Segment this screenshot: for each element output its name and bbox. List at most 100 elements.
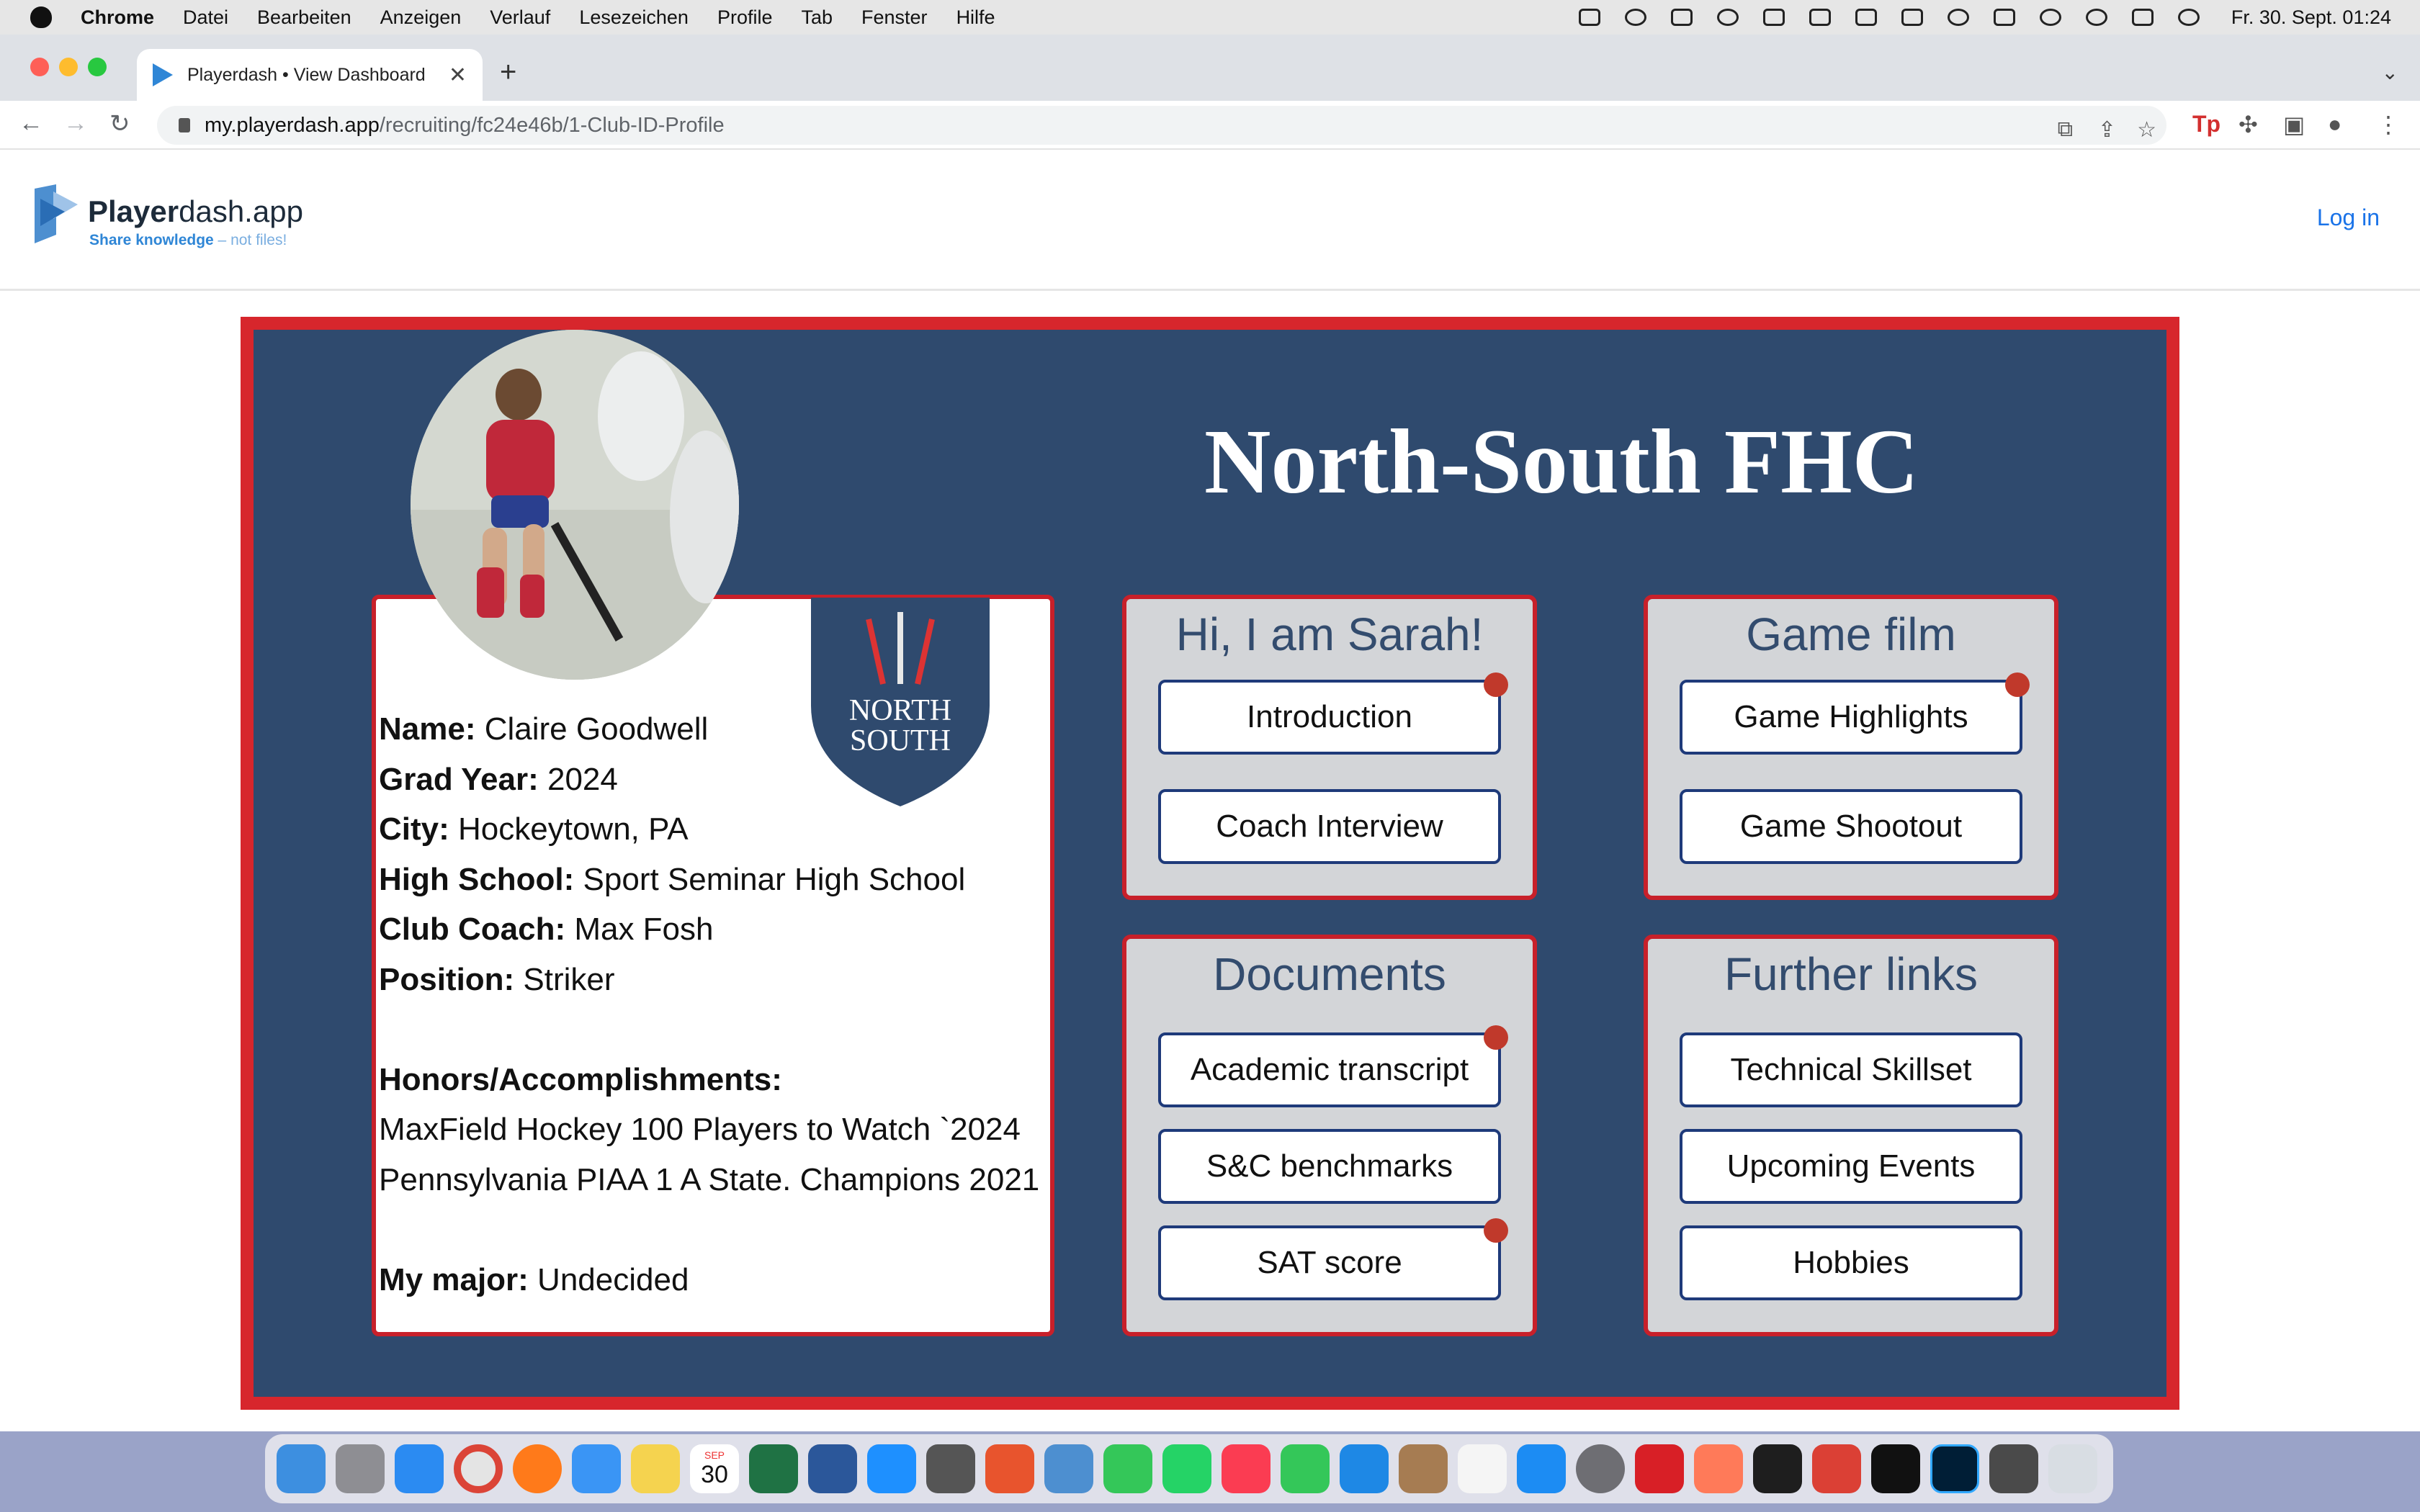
button-label: S&C benchmarks (1206, 1148, 1453, 1184)
todoist-icon[interactable] (1812, 1444, 1861, 1493)
sc-benchmarks-button[interactable]: S&C benchmarks (1158, 1129, 1501, 1204)
forward-button[interactable]: → (63, 109, 88, 138)
game-highlights-button[interactable]: Game Highlights (1680, 672, 2030, 755)
word-icon[interactable] (808, 1444, 857, 1493)
menu-fenster[interactable]: Fenster (861, 6, 928, 29)
close-tab-icon[interactable]: ✕ (449, 63, 467, 88)
system-settings-icon[interactable] (1576, 1444, 1625, 1493)
extension-tp-icon[interactable]: Tp (2192, 111, 2220, 138)
apple-menu-icon[interactable] (30, 6, 52, 28)
upcoming-events-button[interactable]: Upcoming Events (1680, 1129, 2022, 1204)
safari-icon[interactable] (395, 1444, 444, 1493)
site-tagline: Share knowledge – not files! (89, 232, 287, 249)
game-shootout-button[interactable]: Game Shootout (1680, 789, 2022, 864)
menu-anzeigen[interactable]: Anzeigen (380, 6, 462, 29)
wifi-icon[interactable] (1947, 9, 1969, 26)
time-machine-icon[interactable] (1716, 9, 1739, 26)
close-window-button[interactable] (30, 58, 49, 76)
zoom-window-button[interactable] (88, 58, 107, 76)
reload-button[interactable]: ↻ (109, 109, 130, 138)
chrome-menu-icon[interactable]: ⋮ (2377, 111, 2400, 138)
finder-icon[interactable] (277, 1444, 326, 1493)
hobbies-button[interactable]: Hobbies (1680, 1225, 2022, 1300)
launchpad-icon[interactable] (336, 1444, 385, 1493)
honors-heading: Honors/Accomplishments: (379, 1055, 1041, 1105)
excel-icon[interactable] (749, 1444, 798, 1493)
whatsapp-icon[interactable] (1162, 1444, 1211, 1493)
sat-score-button[interactable]: SAT score (1158, 1218, 1508, 1300)
chart-app-icon[interactable] (1635, 1444, 1684, 1493)
menu-profile[interactable]: Profile (717, 6, 773, 29)
control-center-icon[interactable] (2131, 9, 2154, 26)
introduction-button[interactable]: Introduction (1158, 672, 1508, 755)
firefox-icon[interactable] (513, 1444, 562, 1493)
button-label: Hobbies (1793, 1245, 1909, 1280)
academic-transcript-button[interactable]: Academic transcript (1158, 1025, 1508, 1107)
user-switch-icon[interactable] (2039, 9, 2061, 26)
browser-tab-active[interactable]: Playerdash • View Dashboard ✕ (137, 49, 483, 101)
notes-icon[interactable] (631, 1444, 680, 1493)
app-store-icon[interactable] (1517, 1444, 1566, 1493)
siri-icon[interactable] (2177, 9, 2200, 26)
coach-interview-button[interactable]: Coach Interview (1158, 789, 1501, 864)
menu-bearbeiten[interactable]: Bearbeiten (257, 6, 351, 29)
eject-icon[interactable] (1762, 9, 1785, 26)
technical-skillset-button[interactable]: Technical Skillset (1680, 1032, 2022, 1107)
nrs-app-icon[interactable] (926, 1444, 975, 1493)
messages-icon[interactable] (1103, 1444, 1152, 1493)
playerdash-dock-icon[interactable] (1044, 1444, 1093, 1493)
button-label: Game Highlights (1734, 699, 1968, 734)
playerdash-logo-icon[interactable] (32, 184, 82, 243)
display-icon[interactable] (1993, 9, 2015, 26)
info-position: Position: Striker (379, 955, 1041, 1005)
menu-datei[interactable]: Datei (183, 6, 228, 29)
share-icon[interactable]: ⇪ (2098, 117, 2116, 143)
back-button[interactable]: ← (19, 109, 43, 138)
new-content-dot (1484, 672, 1508, 697)
tab-search-chevron-icon[interactable]: ⌄ (2382, 60, 2398, 84)
extensions-puzzle-icon[interactable]: ✣ (2238, 111, 2258, 138)
menu-verlauf[interactable]: Verlauf (490, 6, 550, 29)
music-icon[interactable] (1222, 1444, 1270, 1493)
open-in-app-icon[interactable]: ⧉ (2058, 117, 2073, 142)
checkmark-circle-icon[interactable] (1624, 9, 1646, 26)
login-link[interactable]: Log in (2317, 204, 2380, 231)
menu-lesezeichen[interactable]: Lesezeichen (579, 6, 689, 29)
s-app-icon[interactable] (985, 1444, 1034, 1493)
address-bar[interactable]: my.playerdash.app/recruiting/fc24e46b/1-… (157, 106, 2166, 145)
volume-icon[interactable] (1809, 9, 1831, 26)
button-label: Game Shootout (1739, 809, 1963, 844)
bookmark-star-icon[interactable]: ☆ (2137, 117, 2156, 143)
battery-icon[interactable] (1901, 9, 1923, 26)
windows-icon[interactable] (867, 1444, 916, 1493)
contacts-icon[interactable] (1399, 1444, 1448, 1493)
bluetooth-icon[interactable] (1855, 9, 1877, 26)
side-panel-icon[interactable]: ▣ (2283, 111, 2305, 138)
spotlight-search-icon[interactable] (2085, 9, 2107, 26)
chrome-icon[interactable] (454, 1444, 503, 1493)
facetime-icon[interactable] (1281, 1444, 1330, 1493)
trash-icon[interactable] (2048, 1444, 2097, 1493)
profile-avatar-icon[interactable]: ● (2328, 111, 2341, 138)
dropbox-icon[interactable] (1578, 9, 1600, 26)
github-icon[interactable] (1871, 1444, 1920, 1493)
mail-icon[interactable] (572, 1444, 621, 1493)
menu-clock[interactable]: Fr. 30. Sept. 01:24 (2231, 6, 2391, 29)
memory-icon[interactable] (1670, 9, 1693, 26)
new-tab-button[interactable]: + (500, 56, 516, 89)
figma-icon[interactable] (1753, 1444, 1802, 1493)
hubspot-icon[interactable] (1694, 1444, 1743, 1493)
minimize-window-button[interactable] (59, 58, 78, 76)
photoshop-icon[interactable] (1930, 1444, 1979, 1493)
menu-app-chrome[interactable]: Chrome (81, 6, 154, 29)
site-logo-text[interactable]: Playerdash.app (88, 194, 303, 229)
photos-icon[interactable] (1458, 1444, 1507, 1493)
site-header: Playerdash.app Share knowledge – not fil… (0, 150, 2420, 291)
menu-tab[interactable]: Tab (801, 6, 833, 29)
lock-icon[interactable] (179, 118, 190, 132)
recent-window-icon[interactable] (1989, 1444, 2038, 1493)
menu-hilfe[interactable]: Hilfe (956, 6, 995, 29)
keynote-icon[interactable] (1340, 1444, 1389, 1493)
calendar-icon[interactable]: SEP 30 (690, 1444, 739, 1493)
button-label: Academic transcript (1190, 1052, 1469, 1087)
